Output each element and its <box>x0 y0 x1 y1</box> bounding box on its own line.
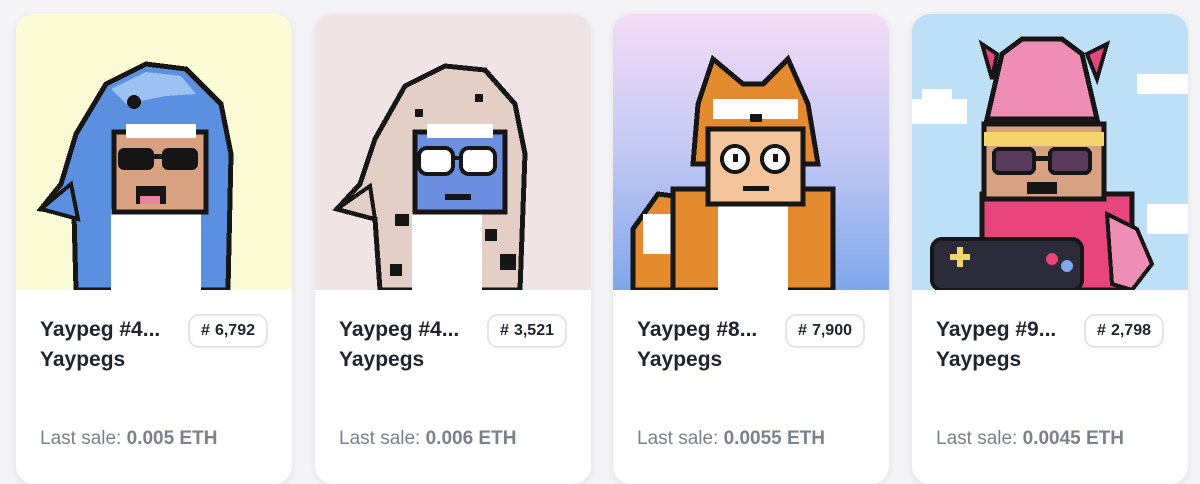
nft-title[interactable]: Yaypeg #4... <box>40 318 165 342</box>
card-info: Yaypeg #4... #6,792 Yaypegs Last sale: 0… <box>16 290 292 484</box>
rank-hash-symbol: # <box>500 322 509 339</box>
nft-card[interactable]: Yaypeg #9... #2,798 Yaypegs Last sale: 0… <box>912 14 1188 484</box>
last-sale-label: Last sale: <box>339 428 421 449</box>
nft-artwork-spotted-shark[interactable] <box>315 14 591 290</box>
last-sale-label: Last sale: <box>936 428 1018 449</box>
collection-name[interactable]: Yaypegs <box>936 348 1021 372</box>
nft-title[interactable]: Yaypeg #8... <box>637 318 762 342</box>
last-sale-label: Last sale: <box>40 428 122 449</box>
rank-hash-symbol: # <box>1097 322 1106 339</box>
rarity-rank-badge: #7,900 <box>785 314 865 348</box>
nft-title[interactable]: Yaypeg #9... <box>936 318 1061 342</box>
rarity-rank-badge: #6,792 <box>188 314 268 348</box>
card-info: Yaypeg #4... #3,521 Yaypegs Last sale: 0… <box>315 290 591 484</box>
rarity-rank-value: 7,900 <box>811 322 852 339</box>
card-info: Yaypeg #9... #2,798 Yaypegs Last sale: 0… <box>912 290 1188 484</box>
last-sale: Last sale: 0.0055 ETH <box>637 428 825 450</box>
last-sale-price: 0.0045 ETH <box>1022 428 1125 449</box>
card-info: Yaypeg #8... #7,900 Yaypegs Last sale: 0… <box>613 290 889 484</box>
collection-name[interactable]: Yaypegs <box>637 348 722 372</box>
last-sale-label: Last sale: <box>637 428 719 449</box>
nft-artwork-shiba[interactable] <box>613 14 889 290</box>
rarity-rank-value: 6,792 <box>214 322 255 339</box>
last-sale-price: 0.006 ETH <box>425 428 517 449</box>
last-sale: Last sale: 0.006 ETH <box>339 428 516 450</box>
rank-hash-symbol: # <box>798 322 807 339</box>
last-sale: Last sale: 0.005 ETH <box>40 428 217 450</box>
collection-name[interactable]: Yaypegs <box>40 348 125 372</box>
rank-hash-symbol: # <box>201 322 210 339</box>
rarity-rank-value: 2,798 <box>1110 322 1151 339</box>
collection-name[interactable]: Yaypegs <box>339 348 424 372</box>
nft-title[interactable]: Yaypeg #4... <box>339 318 464 342</box>
rarity-rank-badge: #2,798 <box>1084 314 1164 348</box>
nft-card[interactable]: Yaypeg #4... #3,521 Yaypegs Last sale: 0… <box>315 14 591 484</box>
nft-artwork-blue-shark[interactable] <box>16 14 292 290</box>
nft-card-grid: Yaypeg #4... #6,792 Yaypegs Last sale: 0… <box>0 0 1200 484</box>
last-sale: Last sale: 0.0045 ETH <box>936 428 1124 450</box>
nft-artwork-squid[interactable] <box>912 14 1188 290</box>
rarity-rank-badge: #3,521 <box>487 314 567 348</box>
last-sale-price: 0.0055 ETH <box>723 428 826 449</box>
nft-card[interactable]: Yaypeg #8... #7,900 Yaypegs Last sale: 0… <box>613 14 889 484</box>
nft-card[interactable]: Yaypeg #4... #6,792 Yaypegs Last sale: 0… <box>16 14 292 484</box>
rarity-rank-value: 3,521 <box>513 322 554 339</box>
last-sale-price: 0.005 ETH <box>126 428 218 449</box>
